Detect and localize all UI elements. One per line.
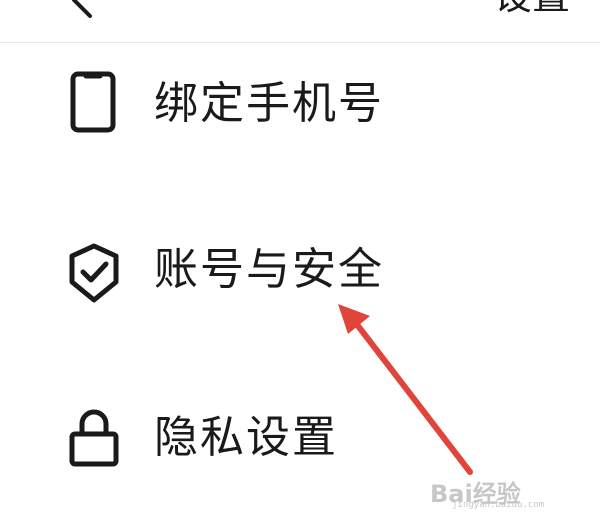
chevron-left-icon[interactable]	[60, 0, 104, 22]
menu-item-label: 隐私设置	[154, 412, 338, 463]
lock-icon	[69, 409, 119, 467]
shield-check-icon	[69, 243, 119, 303]
watermark: Bai经验 jingyan.baidu.com	[430, 474, 570, 514]
menu-item-bind-phone[interactable]: 绑定手机号	[0, 60, 600, 150]
top-bar: 设置	[0, 0, 600, 43]
page-title: 设置	[494, 0, 570, 18]
menu-item-account-security[interactable]: 账号与安全	[0, 228, 600, 318]
menu-item-label: 账号与安全	[154, 244, 384, 295]
phone-icon	[70, 71, 116, 133]
menu-item-label: 绑定手机号	[154, 78, 384, 129]
watermark-url: jingyan.baidu.com	[452, 500, 545, 510]
